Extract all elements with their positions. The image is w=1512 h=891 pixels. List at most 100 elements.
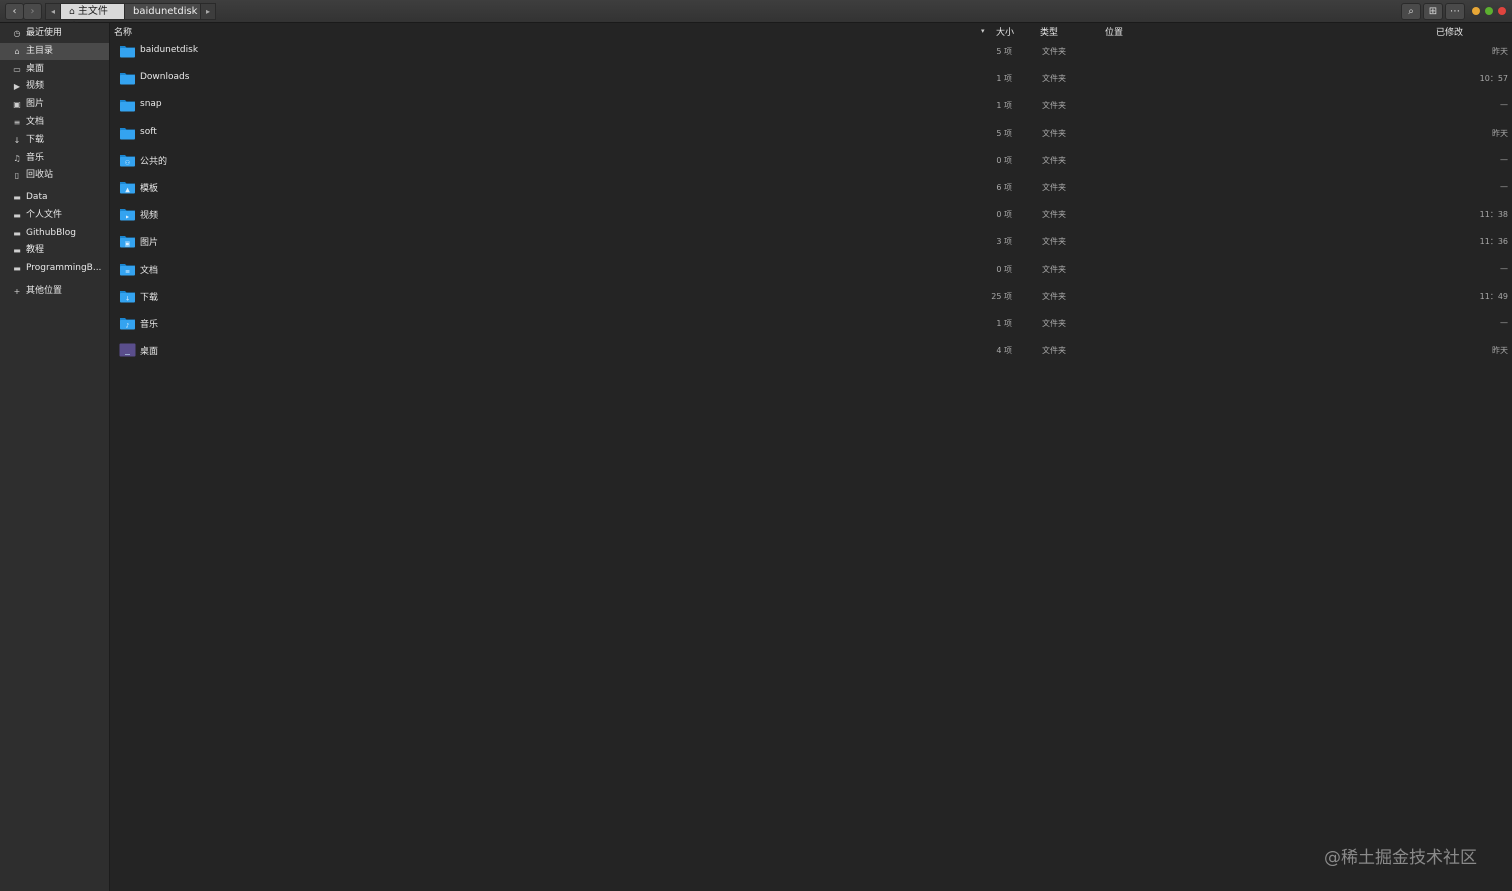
folder-icon xyxy=(119,43,136,58)
breadcrumb-scroll-left-button[interactable]: ◂ xyxy=(45,3,61,20)
file-row[interactable]: ▣ 图片 3 项 文件夹 11：36 xyxy=(110,230,1512,257)
search-button[interactable]: ⌕ xyxy=(1401,3,1421,20)
file-row[interactable]: ▲ 模板 6 项 文件夹 — xyxy=(110,176,1512,203)
header-bar: ‹ › ◂ ⌂ 主文件夹 baidunetdisk ▸ ⌕ ⊞ ⋯ xyxy=(0,0,1512,33)
file-size: 1 项 xyxy=(996,319,1012,328)
sidebar-item-sidebar-other[interactable]: + 其他位置 xyxy=(0,283,109,300)
sidebar-item-sidebar-items-4[interactable]: ▣ 图片 xyxy=(0,96,109,113)
breadcrumb-home[interactable]: ⌂ 主文件夹 xyxy=(60,3,125,33)
file-modified: — xyxy=(1500,182,1508,191)
back-button[interactable]: ‹ xyxy=(5,3,24,20)
file-size: 1 项 xyxy=(996,74,1012,84)
sidebar-item-sidebar-bookmarks-2[interactable]: ▬ GithubBlog xyxy=(0,225,109,242)
sidebar-item-sidebar-bookmarks-3[interactable]: ▬ 教程 xyxy=(0,242,109,259)
file-type: 文件夹 xyxy=(1042,47,1066,56)
file-modified: 11：36 xyxy=(1479,237,1508,247)
close-button[interactable] xyxy=(1498,7,1506,15)
sidebar-item-sidebar-items-8[interactable]: ▯ 回收站 xyxy=(0,167,109,184)
sidebar-item-sidebar-bookmarks-1[interactable]: ▬ 个人文件 xyxy=(0,207,109,224)
file-row[interactable]: ▸ 视频 0 项 文件夹 11：38 xyxy=(110,203,1512,230)
file-size: 3 项 xyxy=(996,237,1012,247)
file-type: 文件夹 xyxy=(1042,346,1066,356)
file-type: 文件夹 xyxy=(1042,183,1066,192)
file-name: Downloads xyxy=(140,72,190,83)
more-icon: ⋯ xyxy=(1450,6,1460,17)
folder-icon: ▬ xyxy=(13,193,21,202)
search-icon: ⌕ xyxy=(1408,6,1414,17)
sidebar-item-sidebar-bookmarks-4[interactable]: ▬ ProgrammingB... xyxy=(0,260,109,277)
file-type: 文件夹 xyxy=(1042,264,1066,274)
file-modified: 昨天 xyxy=(1492,346,1508,356)
minimize-button[interactable] xyxy=(1472,7,1480,15)
sidebar-item-label: 桌面 xyxy=(26,63,45,74)
download-icon: ↓ xyxy=(13,135,21,145)
sidebar-item-label: 最近使用 xyxy=(26,28,63,38)
file-row[interactable]: snap 1 项 文件夹 — xyxy=(110,94,1512,121)
maximize-button[interactable] xyxy=(1485,7,1493,15)
file-name: 文档 xyxy=(140,265,159,276)
home-icon: ⌂ xyxy=(14,46,20,56)
file-name: 下载 xyxy=(140,292,159,303)
folder-documents-icon: ≡ xyxy=(119,261,136,276)
folder-public-icon: ⚇ xyxy=(119,152,136,167)
column-header-modified[interactable]: 已修改 xyxy=(1436,25,1463,38)
menu-button[interactable]: ⋯ xyxy=(1445,3,1465,20)
file-modified: — xyxy=(1500,100,1508,110)
breadcrumb-scroll-right-button[interactable]: ▸ xyxy=(200,3,216,20)
file-name: 桌面 xyxy=(140,347,159,358)
sidebar-item-sidebar-bookmarks-0[interactable]: ▬ Data xyxy=(0,189,109,206)
file-row[interactable]: Downloads 1 项 文件夹 10：57 xyxy=(110,67,1512,94)
desktop-icon: ▭ xyxy=(13,64,21,74)
file-row[interactable]: ⚇ 公共的 0 项 文件夹 — xyxy=(110,149,1512,176)
file-row[interactable]: ↓ 下载 25 项 文件夹 11：49 xyxy=(110,285,1512,312)
sidebar-item-label: 教程 xyxy=(26,245,45,256)
sidebar-item-sidebar-items-6[interactable]: ↓ 下载 xyxy=(0,132,109,149)
sidebar-item-sidebar-items-7[interactable]: ♫ 音乐 xyxy=(0,150,109,167)
sidebar-item-sidebar-items-3[interactable]: ▶ 视频 xyxy=(0,78,109,95)
column-header-size[interactable]: 大小 xyxy=(996,25,1014,38)
file-row[interactable]: 桌面 4 项 文件夹 昨天 xyxy=(110,339,1512,366)
file-row[interactable]: ≡ 文档 0 项 文件夹 — xyxy=(110,258,1512,285)
sidebar-item-label: 音乐 xyxy=(26,152,45,163)
svg-text:≡: ≡ xyxy=(125,268,130,275)
file-type: 文件夹 xyxy=(1042,74,1066,84)
folder-icon: ▬ xyxy=(13,228,21,238)
sidebar-item-sidebar-items-1[interactable]: ⌂ 主目录 xyxy=(0,42,109,60)
sidebar-item-sidebar-items-2[interactable]: ▭ 桌面 xyxy=(0,61,109,78)
sidebar-item-label: 图片 xyxy=(26,99,45,110)
svg-text:♪: ♪ xyxy=(126,323,130,330)
column-header-type[interactable]: 类型 xyxy=(1040,25,1058,38)
file-row[interactable]: soft 5 项 文件夹 昨天 xyxy=(110,122,1512,149)
sidebar-item-label: 个人文件 xyxy=(26,209,63,220)
picture-icon: ▣ xyxy=(13,100,21,110)
file-modified: 11：49 xyxy=(1479,291,1508,301)
sidebar-item-sidebar-items-5[interactable]: ≡ 文档 xyxy=(0,114,109,131)
sidebar-item-sidebar-items-0[interactable]: ◷ 最近使用 xyxy=(0,25,109,42)
column-header-location[interactable]: 位置 xyxy=(1105,25,1123,38)
file-type: 文件夹 xyxy=(1042,128,1066,138)
file-modified: 11：38 xyxy=(1479,210,1508,220)
trash-icon: ▯ xyxy=(14,171,20,181)
file-size: 5 项 xyxy=(996,47,1012,56)
plus-icon: + xyxy=(13,287,21,296)
sidebar-item-label: 文档 xyxy=(26,117,45,127)
folder-icon: ▬ xyxy=(13,246,21,256)
video-icon: ▶ xyxy=(13,82,21,92)
file-size: 6 项 xyxy=(996,183,1012,192)
file-row[interactable]: baidunetdisk 5 项 文件夹 昨天 xyxy=(110,40,1512,67)
file-name: 视频 xyxy=(140,211,159,222)
file-modified: — xyxy=(1500,318,1508,327)
breadcrumb-baidunetdisk[interactable]: baidunetdisk xyxy=(124,3,207,20)
sort-indicator-icon[interactable]: ▾ xyxy=(981,27,985,35)
file-modified: 昨天 xyxy=(1492,128,1508,138)
folder-videos-icon: ▸ xyxy=(119,206,136,221)
file-modified: 昨天 xyxy=(1492,47,1508,56)
view-toggle-button[interactable]: ⊞ xyxy=(1423,3,1443,20)
folder-icon: ▬ xyxy=(13,210,21,220)
forward-button[interactable]: › xyxy=(23,3,42,20)
folder-pictures-icon: ▣ xyxy=(119,233,136,248)
file-name: 音乐 xyxy=(140,320,159,330)
file-row[interactable]: ♪ 音乐 1 项 文件夹 — xyxy=(110,312,1512,339)
column-header-name[interactable]: 名称 xyxy=(114,25,132,38)
folder-templates-icon: ▲ xyxy=(119,179,136,194)
